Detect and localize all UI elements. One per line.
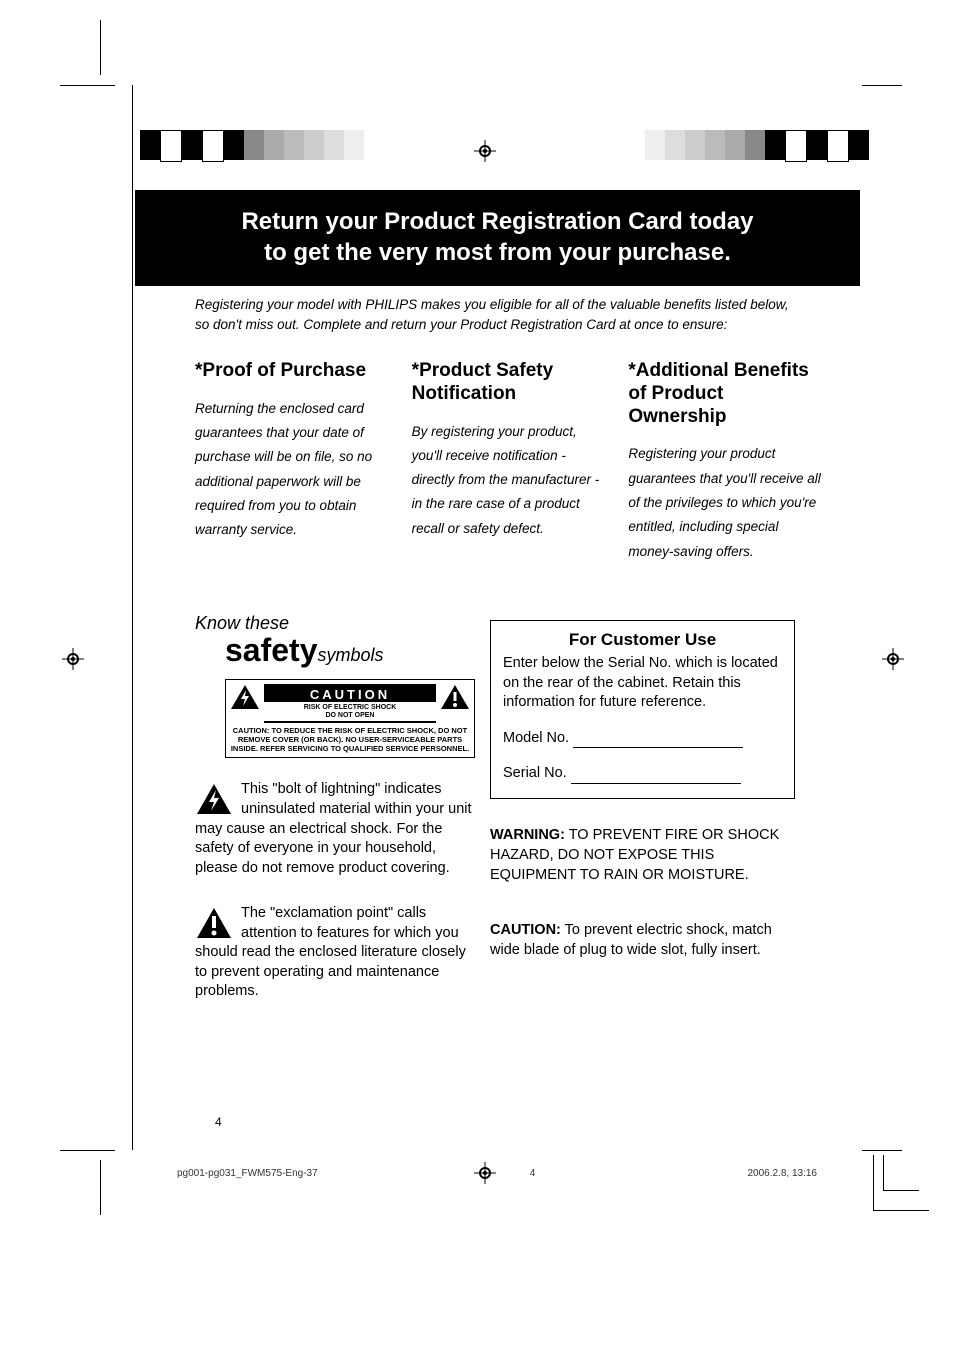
caution-sub2: DO NOT OPEN: [264, 712, 436, 720]
footer-page: 4: [530, 1168, 536, 1179]
column-safety-title: *Product Safety Notification: [412, 360, 609, 406]
column-proof-title: *Proof of Purchase: [195, 360, 392, 383]
exclamation-triangle-icon: [195, 906, 233, 940]
customer-use-box: For Customer Use Enter below the Serial …: [490, 620, 795, 799]
serial-no-label: Serial No.: [503, 765, 567, 781]
column-proof: *Proof of Purchase Returning the enclose…: [195, 360, 392, 564]
bolt-triangle-icon: [195, 782, 233, 816]
column-safety: *Product Safety Notification By register…: [412, 360, 609, 564]
color-bar-left: [140, 130, 384, 160]
caution-word: CAUTION: [264, 687, 436, 702]
crop-box: [883, 1155, 919, 1191]
safety-title: safetysymbols: [225, 632, 475, 669]
color-bar-right: [625, 130, 869, 160]
registration-mark-icon: [62, 648, 84, 675]
crop-mark: [60, 1150, 115, 1151]
excl-text: The "exclamation point" calls attention …: [195, 905, 466, 999]
bolt-triangle-icon: [230, 684, 260, 710]
warning-lead: WARNING:: [490, 827, 565, 843]
column-safety-body: By registering your product, you'll rece…: [412, 420, 609, 541]
serial-no-field[interactable]: [571, 783, 741, 784]
banner: Return your Product Registration Card to…: [135, 190, 860, 286]
benefit-columns: *Proof of Purchase Returning the enclose…: [195, 360, 825, 564]
crop-mark: [60, 85, 115, 86]
footer-date: 2006.2.8, 13:16: [747, 1168, 817, 1179]
crop-mark: [100, 1160, 101, 1215]
column-benefits: *Additional Benefits of Product Ownershi…: [628, 360, 825, 564]
banner-line2: to get the very most from your purchase.: [264, 239, 731, 266]
crop-mark: [132, 85, 133, 1150]
banner-line1: Return your Product Registration Card to…: [241, 208, 753, 235]
crop-mark: [100, 20, 101, 75]
safety-small: symbols: [318, 645, 384, 665]
caution-label-box: CAUTION RISK OF ELECTRIC SHOCK DO NOT OP…: [225, 679, 475, 758]
exclamation-triangle-icon: [440, 684, 470, 710]
model-no-line: Model No.: [503, 729, 782, 749]
crop-mark: [862, 1150, 902, 1151]
caution-paragraph: CAUTION: To prevent electric shock, matc…: [490, 920, 795, 961]
exclamation-paragraph: The "exclamation point" calls attention …: [195, 904, 475, 1002]
column-benefits-body: Registering your product guarantees that…: [628, 442, 825, 563]
model-no-label: Model No.: [503, 730, 569, 746]
page-number: 4: [215, 1115, 222, 1129]
warning-paragraph: WARNING: TO PREVENT FIRE OR SHOCK HAZARD…: [490, 825, 795, 886]
bolt-text: This "bolt of lightning" indicates unins…: [195, 781, 472, 875]
safety-symbols-section: Know these safetysymbols CAUTION RISK OF…: [195, 613, 475, 1002]
customer-use-title: For Customer Use: [503, 629, 782, 652]
right-column: For Customer Use Enter below the Serial …: [490, 620, 795, 960]
bolt-paragraph: This "bolt of lightning" indicates unins…: [195, 780, 475, 878]
footer: pg001-pg031_FWM575-Eng-37 4 2006.2.8, 13…: [177, 1168, 817, 1179]
registration-mark-icon: [882, 648, 904, 675]
intro-text: Registering your model with PHILIPS make…: [195, 295, 795, 334]
caution-lead: CAUTION:: [490, 922, 561, 938]
model-no-field[interactable]: [573, 747, 743, 748]
safety-big: safety: [225, 632, 318, 668]
caution-fine-print: CAUTION: TO REDUCE THE RISK OF ELECTRIC …: [230, 726, 470, 753]
know-these-lead: Know these: [195, 613, 475, 634]
footer-file: pg001-pg031_FWM575-Eng-37: [177, 1168, 318, 1179]
crop-mark: [862, 85, 902, 86]
column-proof-body: Returning the enclosed card guarantees t…: [195, 397, 392, 543]
registration-mark-icon: [474, 140, 496, 167]
serial-no-line: Serial No.: [503, 764, 782, 784]
customer-use-body: Enter below the Serial No. which is loca…: [503, 654, 782, 713]
column-benefits-title: *Additional Benefits of Product Ownershi…: [628, 360, 825, 428]
caution-sub1: RISK OF ELECTRIC SHOCK: [264, 704, 436, 712]
